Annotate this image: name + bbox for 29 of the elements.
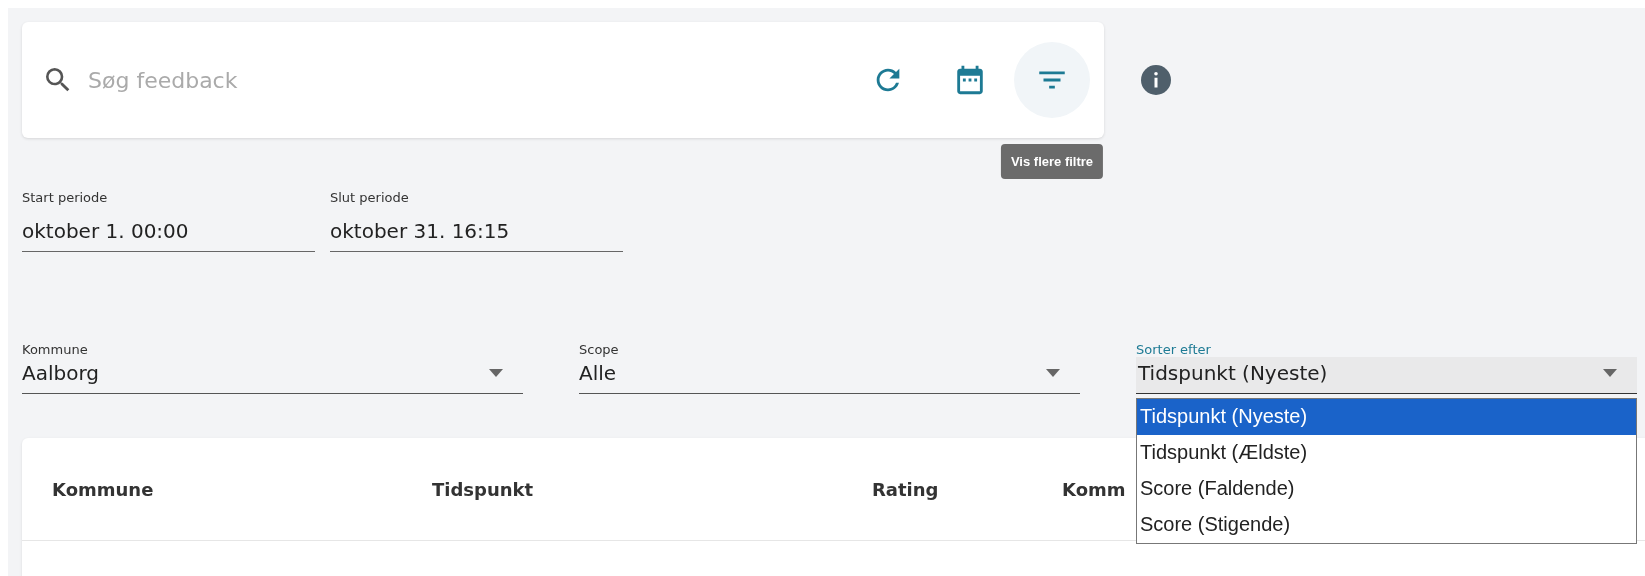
field-label: Kommune <box>22 342 89 357</box>
date-field[interactable]: Start periode oktober 1. 00:00 <box>22 190 315 252</box>
select-field[interactable]: Aalborg <box>22 357 523 394</box>
field-value: oktober 31. 16:15 <box>330 219 511 243</box>
dropdown-option[interactable]: Score (Stigende) <box>1137 507 1636 543</box>
info-icon[interactable] <box>1138 62 1174 98</box>
select-field[interactable]: Tidspunkt (Nyeste) <box>1136 357 1637 394</box>
column-header: Tidspunkt <box>432 478 535 500</box>
search-field[interactable]: Søg feedback <box>86 66 844 94</box>
column-header: Kommune <box>52 478 155 500</box>
caret-icon <box>1601 368 1619 378</box>
date-field[interactable]: Slut periode oktober 31. 16:15 <box>330 190 623 252</box>
caret-icon <box>1044 368 1062 378</box>
tooltip: Vis flere filtre <box>1000 144 1104 179</box>
field-label: Scope <box>579 342 620 357</box>
column-header: Komm <box>1062 478 1126 500</box>
select-value: Tidspunkt (Nyeste) <box>1138 361 1328 385</box>
caret-icon <box>487 368 505 378</box>
field-label: Start periode <box>22 190 109 205</box>
dropdown-option[interactable]: Tidspunkt (Ældste) <box>1137 435 1636 471</box>
select-field[interactable]: Alle <box>579 357 1080 394</box>
field-label: Slut periode <box>330 190 410 205</box>
column-header: Rating <box>872 478 940 500</box>
field-label: Sorter efter <box>1136 342 1212 357</box>
select-value: Alle <box>579 361 617 385</box>
dropdown-option[interactable]: Score (Faldende) <box>1137 471 1636 507</box>
field-value: oktober 1. 00:00 <box>22 219 190 243</box>
dropdown-option[interactable]: Tidspunkt (Nyeste) <box>1137 399 1636 435</box>
select-value: Aalborg <box>22 361 99 385</box>
